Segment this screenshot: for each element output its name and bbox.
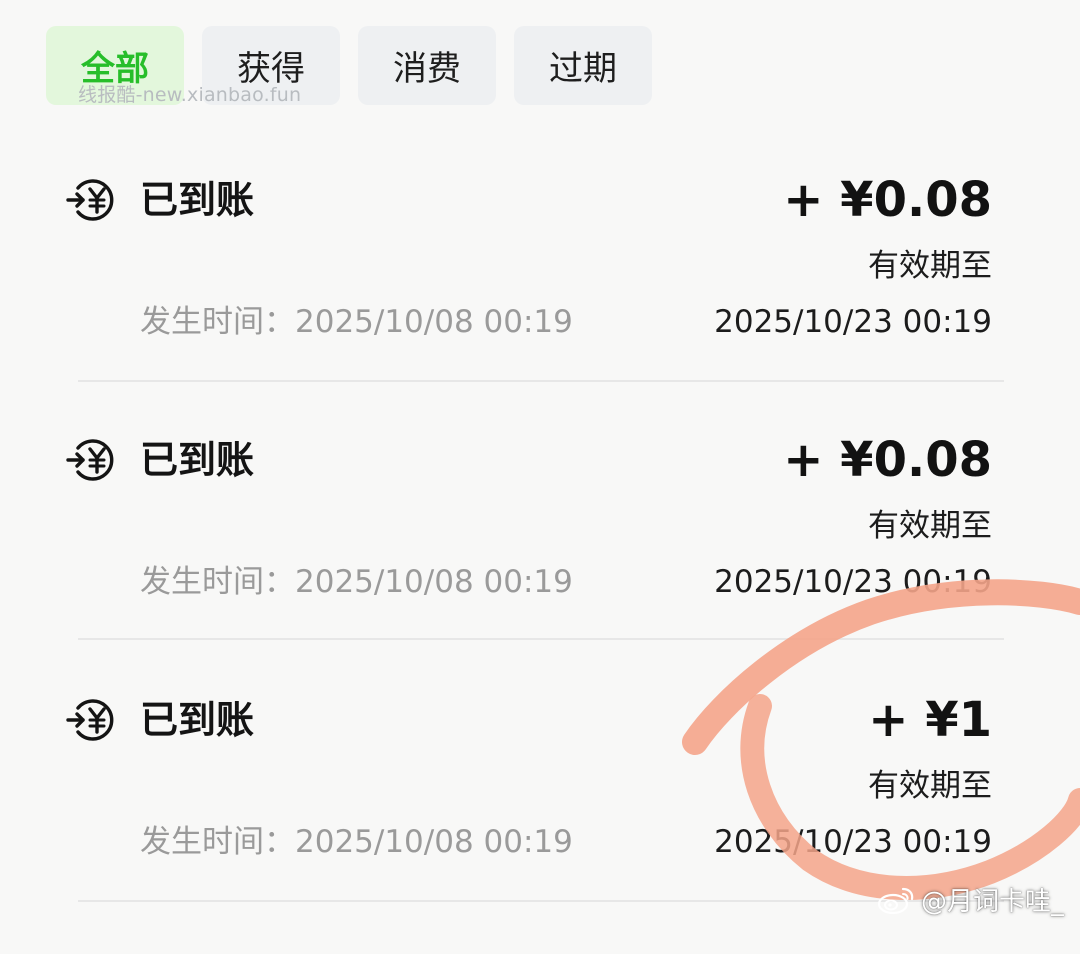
occur-time: 发生时间：2025/10/08 00:19 (140, 304, 573, 340)
occur-time: 发生时间：2025/10/08 00:19 (140, 824, 573, 860)
expiry-date: 2025/10/23 00:19 (714, 304, 992, 340)
tab-spent[interactable]: 消费 (358, 26, 496, 105)
expiry-label: 有效期至 (868, 248, 992, 284)
site-watermark: 线报酷-new.xianbao.fun (78, 84, 302, 106)
expiry-label: 有效期至 (868, 508, 992, 544)
yuan-incoming-icon (66, 439, 114, 481)
yuan-incoming-icon (66, 179, 114, 221)
expiry-date: 2025/10/23 00:19 (714, 824, 992, 860)
divider (78, 638, 1004, 640)
status-label: 已到账 (140, 698, 255, 742)
expiry-label: 有效期至 (868, 768, 992, 804)
status-label: 已到账 (140, 178, 255, 222)
expiry-date: 2025/10/23 00:19 (714, 564, 992, 600)
transaction-record[interactable]: 已到账 + ¥0.08 有效期至 发生时间：2025/10/08 00:19 2… (0, 432, 1080, 694)
transaction-record[interactable]: 已到账 + ¥0.08 有效期至 发生时间：2025/10/08 00:19 2… (0, 172, 1080, 434)
status-label: 已到账 (140, 438, 255, 482)
amount-value: + ¥0.08 (783, 432, 992, 488)
amount-value: + ¥1 (868, 692, 992, 748)
occur-time: 发生时间：2025/10/08 00:19 (140, 564, 573, 600)
divider (78, 900, 1004, 902)
tab-expired[interactable]: 过期 (514, 26, 652, 105)
weibo-logo-icon (877, 887, 914, 914)
weibo-handle: @月词卡哇_ (920, 887, 1064, 917)
amount-value: + ¥0.08 (783, 172, 992, 228)
divider (78, 380, 1004, 382)
weibo-watermark: @月词卡哇_ (877, 881, 1064, 918)
yuan-incoming-icon (66, 699, 114, 741)
